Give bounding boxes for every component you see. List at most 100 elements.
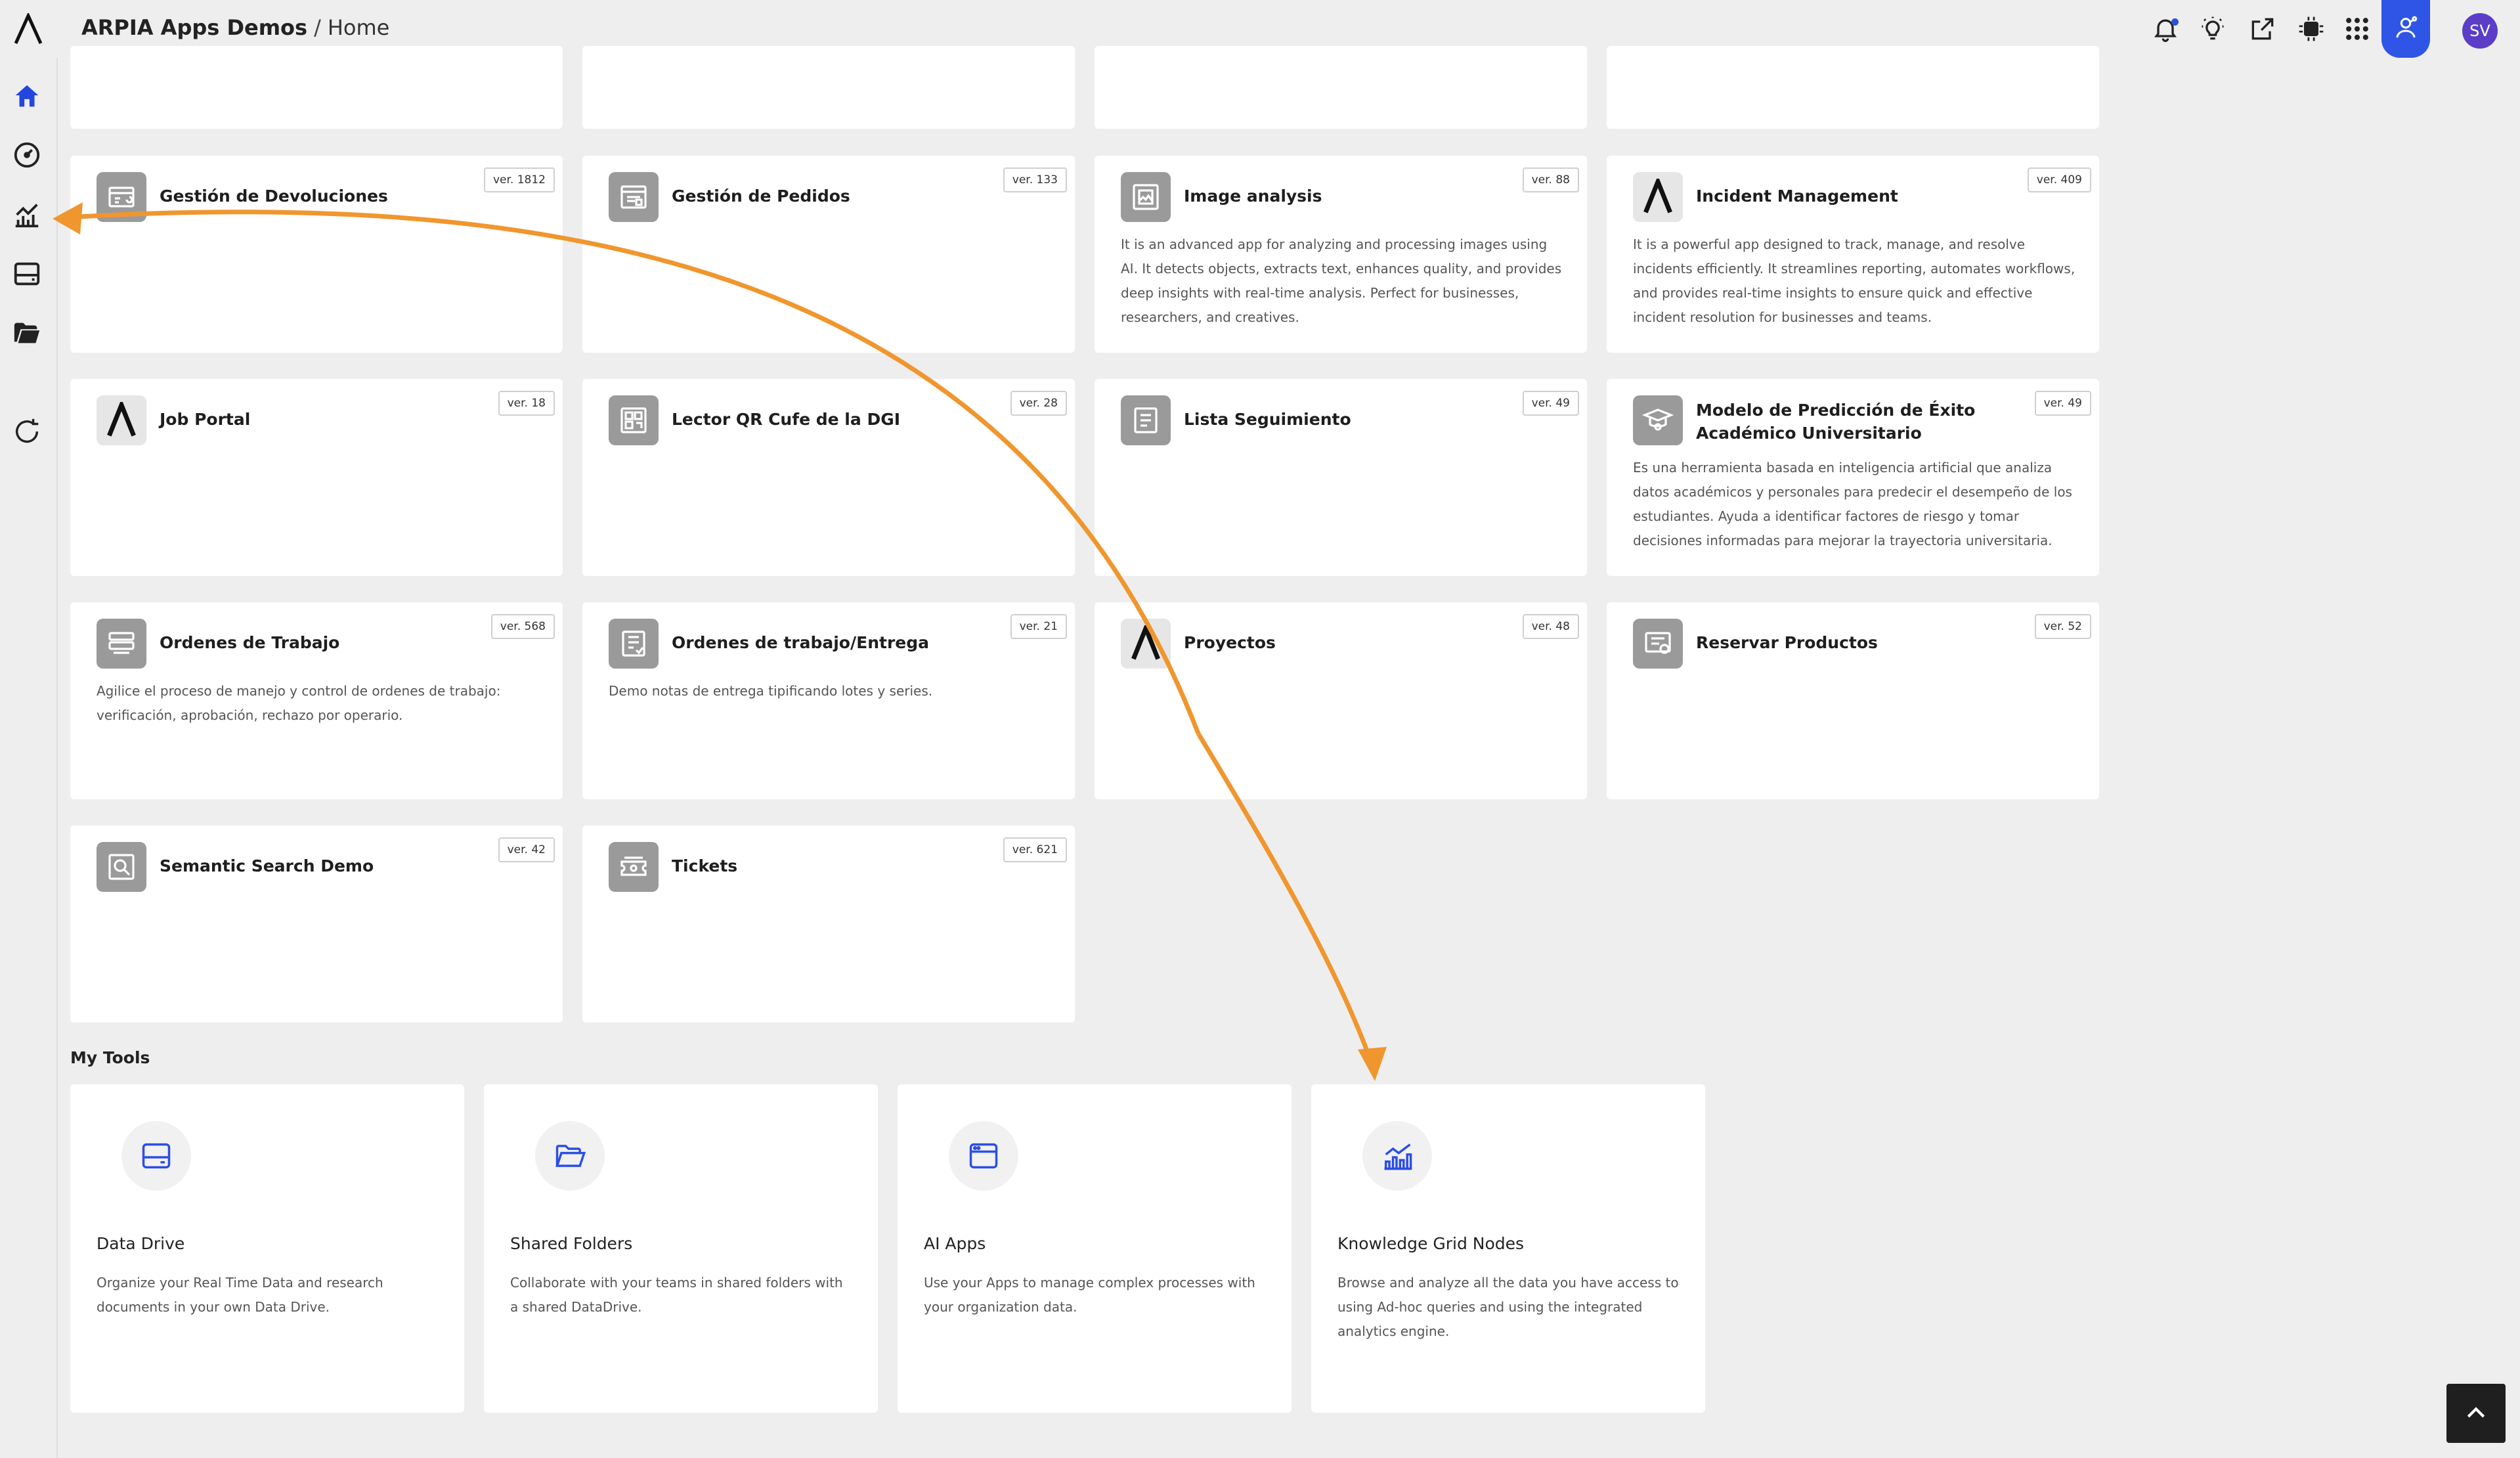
arpia-logo-icon <box>1121 619 1171 669</box>
user-network-icon <box>2396 16 2418 38</box>
app-card[interactable]: Ordenes de Trabajo Agilice el proceso de… <box>70 602 563 799</box>
version-badge: ver. 133 <box>1003 167 1067 192</box>
tool-title: Knowledge Grid Nodes <box>1337 1234 1525 1253</box>
breadcrumb-separator: / <box>314 15 321 40</box>
breadcrumb-org[interactable]: ARPIA Apps Demos <box>81 15 307 40</box>
tool-title: Shared Folders <box>510 1234 633 1253</box>
version-badge: ver. 568 <box>490 614 555 639</box>
version-badge: ver. 621 <box>1003 837 1067 862</box>
version-badge: ver. 88 <box>1522 167 1579 192</box>
version-badge: ver. 28 <box>1010 391 1067 416</box>
version-badge: ver. 18 <box>498 391 555 416</box>
version-badge: ver. 48 <box>1522 614 1579 639</box>
app-card[interactable]: Modelo de Predicción de Éxito Académico … <box>1607 379 2099 576</box>
version-badge: ver. 49 <box>1522 391 1579 416</box>
lightbulb-icon[interactable] <box>2198 14 2227 43</box>
app-title: Proyectos <box>1184 633 1276 652</box>
tool-card-knowledge-grid-nodes[interactable]: Knowledge Grid Nodes Browse and analyze … <box>1311 1084 1705 1413</box>
arpia-logo-icon <box>97 395 146 445</box>
apps-grid-icon[interactable] <box>2343 14 2372 43</box>
tool-description: Browse and analyze all the data you have… <box>1337 1275 1679 1339</box>
user-network-button[interactable] <box>2381 0 2430 58</box>
app-card[interactable]: Reservar Productos ver. 52 <box>1607 602 2099 799</box>
version-badge: ver. 409 <box>2027 167 2091 192</box>
app-card-partial[interactable] <box>70 46 563 129</box>
refresh-icon[interactable] <box>12 416 42 447</box>
app-card[interactable]: Gestión de Devoluciones ver. 1812 <box>70 156 563 353</box>
list-icon <box>1121 395 1171 445</box>
app-title: Job Portal <box>160 410 251 429</box>
orders-icon <box>609 172 659 222</box>
app-card[interactable]: Proyectos ver. 48 <box>1095 602 1587 799</box>
app-title: Image analysis <box>1184 187 1322 206</box>
version-badge: ver. 42 <box>498 837 555 862</box>
app-card[interactable]: Image analysis It is an advanced app for… <box>1095 156 1587 353</box>
app-title: Modelo de Predicción de Éxito Académico … <box>1696 401 1976 443</box>
app-title: Incident Management <box>1696 187 1898 206</box>
folder-icon[interactable] <box>12 318 42 348</box>
notification-dot <box>2171 18 2179 26</box>
app-description: Es una herramienta basada en inteligenci… <box>1633 460 2072 548</box>
app-card[interactable]: Lista Seguimiento ver. 49 <box>1095 379 1587 576</box>
app-card-partial[interactable] <box>582 46 1075 129</box>
qr-reader-icon <box>609 395 659 445</box>
app-title: Lector QR Cufe de la DGI <box>672 410 901 429</box>
open-folder-icon <box>535 1121 605 1191</box>
app-card[interactable]: Incident Management It is a powerful app… <box>1607 156 2099 353</box>
app-title: Tickets <box>672 856 738 875</box>
app-title: Gestión de Devoluciones <box>160 187 388 206</box>
returns-icon <box>97 172 146 222</box>
analytics-chart-icon <box>1362 1121 1432 1191</box>
app-card[interactable]: Lector QR Cufe de la DGI ver. 28 <box>582 379 1075 576</box>
annotation-arrow-to-tools-head <box>1358 1047 1387 1081</box>
breadcrumb-page: Home <box>327 15 390 40</box>
tool-card-data-drive[interactable]: Data Drive Organize your Real Time Data … <box>70 1084 464 1413</box>
tool-title: AI Apps <box>924 1234 986 1253</box>
tool-title: Data Drive <box>97 1234 185 1253</box>
chevron-up-icon <box>2467 1407 2485 1418</box>
analytics-chart-icon[interactable] <box>12 200 42 230</box>
version-badge: ver. 1812 <box>483 167 555 192</box>
graduate-icon <box>1633 395 1683 445</box>
share-icon[interactable] <box>2248 14 2277 43</box>
section-title: My Tools <box>70 1048 150 1067</box>
app-title: Ordenes de Trabajo <box>160 633 340 652</box>
tickets-icon <box>609 842 659 892</box>
app-title: Reservar Productos <box>1696 633 1878 652</box>
app-card-partial[interactable] <box>1607 46 2099 129</box>
data-drive-icon[interactable] <box>12 259 42 289</box>
reserve-products-icon <box>1633 619 1683 669</box>
app-window-icon <box>949 1121 1018 1191</box>
version-badge: ver. 49 <box>2034 391 2091 416</box>
tool-description: Organize your Real Time Data and researc… <box>97 1275 383 1315</box>
breadcrumb: ARPIA Apps Demos / Home <box>81 14 389 41</box>
app-title: Gestión de Pedidos <box>672 187 850 206</box>
app-card[interactable]: Semantic Search Demo ver. 42 <box>70 826 563 1023</box>
bell-icon[interactable] <box>2151 14 2180 43</box>
image-analysis-icon <box>1121 172 1171 222</box>
arpia-logo-icon <box>1633 172 1683 222</box>
arpia-logo-icon[interactable] <box>12 11 45 46</box>
app-card[interactable]: Tickets ver. 621 <box>582 826 1075 1023</box>
tool-card-shared-folders[interactable]: Shared Folders Collaborate with your tea… <box>484 1084 878 1413</box>
app-description: Agilice el proceso de manejo y control d… <box>97 683 501 723</box>
delivery-orders-icon <box>609 619 659 669</box>
tool-card-ai-apps[interactable]: AI Apps Use your Apps to manage complex … <box>898 1084 1292 1413</box>
tool-description: Collaborate with your teams in shared fo… <box>510 1275 843 1315</box>
data-drive-icon <box>121 1121 191 1191</box>
cpu-chip-icon[interactable] <box>2297 14 2326 43</box>
avatar[interactable]: SV <box>2462 13 2498 49</box>
scroll-to-top-button[interactable] <box>2446 1384 2506 1443</box>
work-orders-icon <box>97 619 146 669</box>
dashboard-icon[interactable] <box>12 140 42 170</box>
app-card-partial[interactable] <box>1095 46 1587 129</box>
app-description: It is an advanced app for analyzing and … <box>1121 236 1562 325</box>
app-title: Ordenes de trabajo/Entrega <box>672 633 929 652</box>
version-badge: ver. 21 <box>1010 614 1067 639</box>
app-card[interactable]: Gestión de Pedidos ver. 133 <box>582 156 1075 353</box>
sidebar <box>0 58 58 1458</box>
home-icon[interactable] <box>12 81 42 112</box>
app-title: Lista Seguimiento <box>1184 410 1351 429</box>
app-card[interactable]: Ordenes de trabajo/Entrega Demo notas de… <box>582 602 1075 799</box>
app-card[interactable]: Job Portal ver. 18 <box>70 379 563 576</box>
